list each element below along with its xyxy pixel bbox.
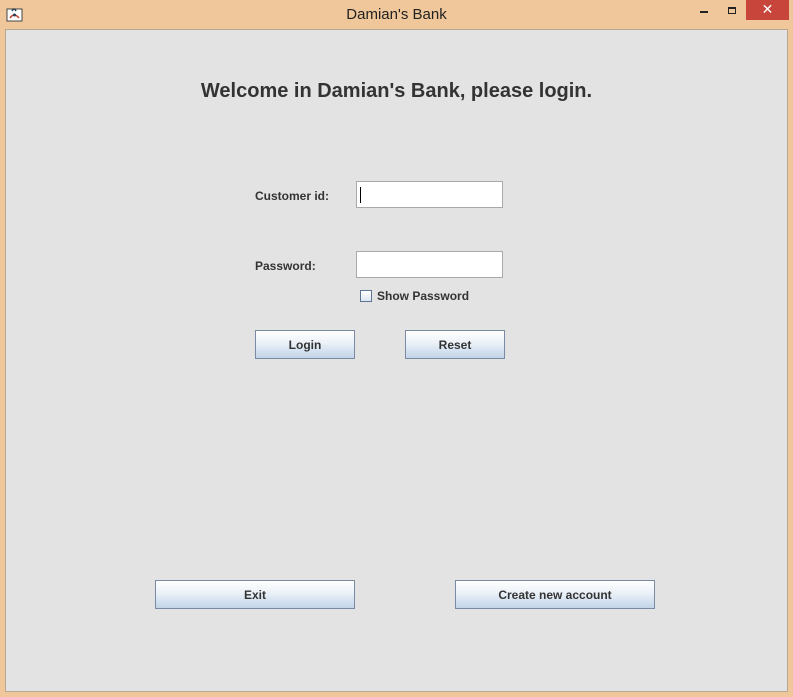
title-bar[interactable]: Damian's Bank ✕ xyxy=(0,0,793,29)
show-password-checkbox[interactable] xyxy=(360,290,372,302)
password-label: Password: xyxy=(255,259,316,273)
minimize-icon xyxy=(700,11,708,13)
maximize-button[interactable] xyxy=(718,0,746,20)
login-button[interactable]: Login xyxy=(255,330,355,359)
maximize-icon xyxy=(728,6,736,14)
login-panel: Welcome in Damian's Bank, please login. … xyxy=(5,29,788,692)
show-password-label[interactable]: Show Password xyxy=(377,289,469,303)
customer-id-field[interactable] xyxy=(356,181,503,208)
customer-id-label: Customer id: xyxy=(255,189,330,203)
reset-button[interactable]: Reset xyxy=(405,330,505,359)
page-title: Welcome in Damian's Bank, please login. xyxy=(200,80,593,102)
close-icon: ✕ xyxy=(761,2,774,18)
create-account-button[interactable]: Create new account xyxy=(455,580,655,609)
window-frame: Damian's Bank ✕ Welcome in Damian's Bank… xyxy=(0,0,793,697)
text-caret xyxy=(360,187,361,203)
exit-button[interactable]: Exit xyxy=(155,580,355,609)
minimize-button[interactable] xyxy=(690,0,718,20)
close-button[interactable]: ✕ xyxy=(746,0,789,20)
password-field[interactable] xyxy=(356,251,503,278)
window-title: Damian's Bank xyxy=(346,6,447,23)
